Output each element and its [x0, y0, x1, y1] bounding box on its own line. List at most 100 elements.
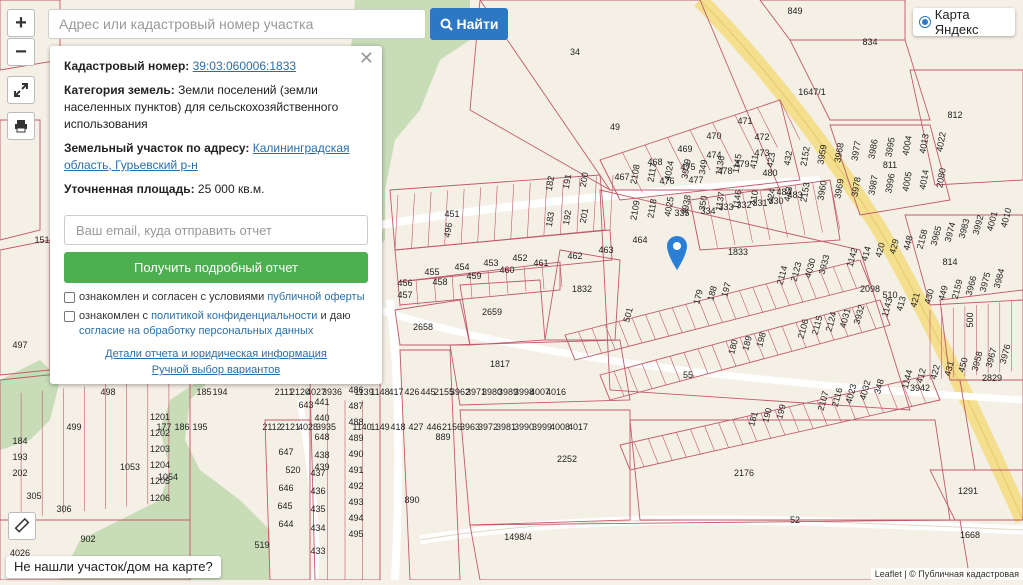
privacy-consent-text-2: и даю — [317, 310, 351, 322]
map-marker-icon[interactable] — [666, 235, 688, 271]
parcel-label: 464 — [632, 235, 647, 245]
print-button[interactable] — [7, 112, 35, 140]
parcel-label: 2829 — [982, 373, 1002, 383]
search-icon — [440, 18, 453, 31]
category-label: Категория земель: — [64, 83, 175, 97]
parcel-label: 1202 — [150, 428, 170, 438]
parcel-label: 477 — [688, 175, 703, 185]
manual-selection-link[interactable]: Ручной выбор вариантов — [152, 364, 280, 376]
parcel-label: 2658 — [413, 322, 433, 332]
parcel-label: 1201 — [150, 412, 170, 422]
parcel-label: 472 — [754, 132, 769, 142]
parcel-label: 195 — [192, 422, 207, 432]
get-report-button[interactable]: Получить подробный отчет — [64, 252, 368, 283]
fullscreen-button[interactable] — [7, 76, 35, 104]
parcel-label: 812 — [947, 110, 962, 120]
parcel-label: 306 — [56, 504, 71, 514]
offer-checkbox[interactable] — [64, 292, 75, 303]
parcel-label: 426 — [404, 387, 419, 397]
privacy-consent-row: ознакомлен с политикой конфиденциальност… — [64, 309, 368, 339]
parcel-label: 305 — [26, 491, 41, 501]
measure-button[interactable] — [8, 512, 36, 540]
parcel-label: 2098 — [860, 284, 880, 294]
parcel-label: 890 — [404, 495, 419, 505]
map-attribution[interactable]: Leaflet | © Публичная кадастровая — [870, 568, 1023, 580]
parcel-label: 52 — [790, 515, 800, 525]
parcel-label: 1054 — [158, 472, 178, 482]
area-value: 25 000 кв.м. — [194, 182, 265, 196]
parcel-label: 434 — [310, 523, 325, 533]
parcel-label: 2252 — [557, 454, 577, 464]
parcel-label: 497 — [12, 340, 27, 350]
zoom-in-button[interactable]: + — [7, 9, 35, 37]
parcel-label: 3942 — [910, 383, 930, 393]
parcel-label: 439 — [314, 462, 329, 472]
parcel-label: 49 — [610, 122, 620, 132]
parcel-label: 194 — [212, 387, 227, 397]
close-icon[interactable]: ✕ — [359, 49, 374, 67]
parcel-label: 834 — [862, 37, 877, 47]
parcel-label: 849 — [787, 6, 802, 16]
privacy-policy-link[interactable]: политикой конфиденциальности — [151, 310, 317, 322]
parcel-label: 452 — [512, 253, 527, 263]
parcel-label: 34 — [570, 47, 580, 57]
parcel-label: 460 — [499, 265, 514, 275]
parcel-label: 647 — [278, 447, 293, 457]
parcel-label: 3936 — [322, 387, 342, 397]
parcel-label: 455 — [424, 267, 439, 277]
printer-icon — [15, 120, 27, 133]
parcel-label: 433 — [310, 546, 325, 556]
parcel-label: 2659 — [482, 307, 502, 317]
parcel-label: 469 — [677, 144, 692, 154]
email-field[interactable] — [64, 215, 368, 245]
parcel-label: 490 — [348, 449, 363, 459]
layer-switch[interactable]: Карта Яндекс — [913, 7, 1015, 37]
parcel-label: 1833 — [728, 247, 748, 257]
report-details-link[interactable]: Детали отчета и юридическая информация — [105, 348, 327, 360]
privacy-checkbox[interactable] — [64, 311, 75, 322]
parcel-label: 457 — [397, 290, 412, 300]
parcel-label: 2112 — [262, 422, 281, 432]
parcel-label: 184 — [12, 436, 27, 446]
not-found-button[interactable]: Не нашли участок/дом на карте? — [6, 556, 221, 578]
search-input[interactable] — [48, 9, 426, 39]
plus-icon: + — [15, 11, 27, 34]
address-row: Земельный участок по адресу: Калининград… — [64, 140, 368, 174]
parcel-label: 520 — [285, 465, 300, 475]
area-row: Уточненная площадь: 25 000 кв.м. — [64, 181, 368, 198]
parcel-label: 1204 — [150, 460, 170, 470]
parcel-label: 492 — [348, 481, 363, 491]
details-links: Детали отчета и юридическая информация Р… — [50, 346, 382, 378]
parcel-label: 1206 — [150, 493, 170, 503]
parcel-label: 3935 — [316, 422, 336, 432]
parcel-label: 489 — [348, 433, 363, 443]
parcel-label: 493 — [348, 497, 363, 507]
parcel-label: 1817 — [490, 359, 510, 369]
public-offer-link[interactable]: публичной оферты — [267, 291, 364, 303]
layer-label: Карта Яндекс — [934, 7, 979, 37]
parcel-label: 467 — [614, 172, 629, 182]
offer-consent-row: ознакомлен и согласен с условиями публич… — [64, 290, 368, 305]
search-button-label: Найти — [456, 16, 499, 32]
parcel-label: 498 — [100, 387, 115, 397]
parcel-label: 902 — [80, 534, 95, 544]
cadastral-number-link[interactable]: 39:03:060006:1833 — [193, 59, 296, 73]
personal-data-consent-link[interactable]: согласие на обработку персональных данны… — [79, 325, 313, 337]
search-button[interactable]: Найти — [430, 8, 508, 40]
parcel-label: 811 — [883, 160, 897, 170]
parcel-label: 1647/1 — [798, 87, 826, 97]
parcel-label: 500 — [965, 312, 975, 327]
parcel-label: 1149 — [370, 422, 389, 432]
parcel-label: 435 — [310, 504, 325, 514]
parcel-label: 458 — [432, 277, 447, 287]
radio-icon[interactable] — [919, 16, 931, 28]
parcel-info-panel: ✕ Кадастровый номер: 39:03:060006:1833 К… — [50, 46, 382, 384]
parcel-label: 462 — [567, 251, 582, 261]
parcel-label: 495 — [348, 529, 363, 539]
zoom-out-button[interactable]: − — [7, 38, 35, 66]
parcel-label: 436 — [310, 486, 325, 496]
parcel-label: 2176 — [734, 468, 754, 478]
parcel-label: 202 — [12, 468, 27, 478]
parcel-label: 463 — [598, 245, 613, 255]
parcel-label: 480 — [762, 168, 777, 178]
